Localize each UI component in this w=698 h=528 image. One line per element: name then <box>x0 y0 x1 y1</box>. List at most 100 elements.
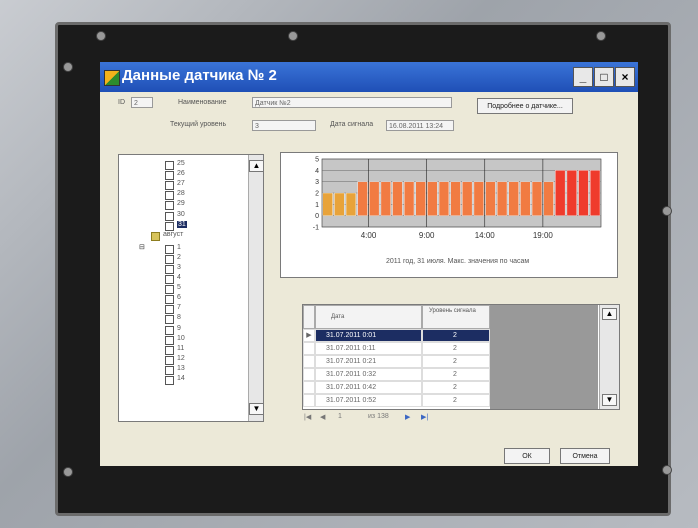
tree-day-item[interactable]: 5 <box>177 284 181 291</box>
level-cell[interactable]: 2 <box>422 329 490 342</box>
row-selector-icon[interactable] <box>303 342 315 355</box>
grid-scroll-down-icon[interactable]: ▼ <box>602 394 617 406</box>
level-cell[interactable]: 2 <box>422 355 490 368</box>
level-cell[interactable]: 2 <box>422 368 490 381</box>
tree-day-item[interactable]: 25 <box>177 160 185 167</box>
document-icon <box>165 315 174 325</box>
tree-day-item[interactable]: 30 <box>177 211 185 218</box>
name-field[interactable]: Датчик №2 <box>252 97 452 108</box>
window-title: Данные датчика № 2 <box>122 67 277 84</box>
chart-y-tick-label: 2 <box>315 191 319 198</box>
grid-corner-header <box>303 305 315 329</box>
level-column-header[interactable]: Уровень сигнала <box>422 305 490 329</box>
date-cell[interactable]: 31.07.2011 0:32 <box>315 368 422 381</box>
tree-day-item[interactable]: 12 <box>177 355 185 362</box>
row-selector-icon[interactable] <box>303 381 315 394</box>
date-cell[interactable]: 31.07.2011 0:11 <box>315 342 422 355</box>
bezel-screw <box>96 31 106 41</box>
tree-day-item[interactable]: 26 <box>177 170 185 177</box>
chart-bar <box>392 181 403 216</box>
tree-day-item[interactable]: 8 <box>177 314 181 321</box>
first-page-icon[interactable]: |◀ <box>304 413 311 421</box>
tree-day-item[interactable]: 10 <box>177 335 185 342</box>
tree-day-item[interactable]: 6 <box>177 294 181 301</box>
chart-bar <box>369 181 380 216</box>
sensor-details-button[interactable]: Подробнее о датчике... <box>477 98 573 114</box>
row-selector-icon[interactable] <box>303 368 315 381</box>
date-column-header[interactable]: Дата <box>315 305 422 329</box>
signal-grid: Дата Уровень сигнала ▶ 31.07.2011 0:01 2 31… <box>302 304 620 410</box>
document-icon <box>165 285 174 295</box>
date-cell[interactable]: 31.07.2011 0:52 <box>315 394 422 407</box>
grid-scroll-up-icon[interactable]: ▲ <box>602 308 617 320</box>
date-cell[interactable]: 31.07.2011 0:01 <box>315 329 422 342</box>
folder-icon <box>151 231 160 241</box>
document-icon <box>165 345 174 355</box>
grid-empty-area <box>490 305 598 409</box>
app-logo-icon <box>104 70 120 86</box>
level-cell[interactable]: 2 <box>422 342 490 355</box>
tree-day-item[interactable]: 28 <box>177 190 185 197</box>
chart-bar <box>508 181 519 216</box>
chart-bar <box>520 181 531 216</box>
document-icon <box>165 181 174 191</box>
id-label: ID <box>118 99 125 106</box>
chart-y-tick-label: 0 <box>315 213 319 220</box>
close-button[interactable]: × <box>615 67 635 87</box>
level-cell[interactable]: 2 <box>422 381 490 394</box>
tree-day-item[interactable]: 2 <box>177 254 181 261</box>
grid-scrollbar[interactable]: ▲ ▼ <box>599 305 619 409</box>
scroll-down-icon[interactable]: ▼ <box>249 403 263 415</box>
scroll-up-icon[interactable]: ▲ <box>249 160 263 172</box>
signal-date-field[interactable]: 16.08.2011 13:24 <box>386 120 454 131</box>
tree-day-item[interactable]: 11 <box>177 345 184 352</box>
document-icon <box>165 171 174 181</box>
tree-day-item[interactable]: 31 <box>177 220 187 228</box>
id-field[interactable]: 2 <box>131 97 153 108</box>
document-icon <box>165 264 174 274</box>
page-number-field[interactable]: 1 <box>338 413 342 420</box>
chart-x-tick-label: 14:00 <box>475 231 496 240</box>
row-selector-icon[interactable] <box>303 394 315 407</box>
name-label: Наименование <box>178 99 227 106</box>
chart-y-tick-label: -1 <box>313 225 319 232</box>
chart-bar <box>589 170 601 216</box>
document-icon <box>165 325 174 335</box>
tree-day-item[interactable]: 14 <box>177 375 185 382</box>
row-selector-icon[interactable]: ▶ <box>303 329 315 342</box>
bezel-screw <box>662 465 672 475</box>
document-icon <box>165 221 174 231</box>
previous-page-icon[interactable]: ◀ <box>320 413 325 421</box>
tree-scrollbar[interactable]: ▲ ▼ <box>248 155 263 421</box>
ok-button[interactable]: ОК <box>504 448 550 464</box>
row-selector-icon[interactable] <box>303 355 315 368</box>
maximize-button[interactable]: □ <box>594 67 614 87</box>
date-cell[interactable]: 31.07.2011 0:42 <box>315 381 422 394</box>
tree-day-item[interactable]: 3 <box>177 264 181 271</box>
chart-x-tick-label: 19:00 <box>533 231 554 240</box>
last-page-icon[interactable]: ▶| <box>421 413 428 421</box>
tree-day-item[interactable]: 29 <box>177 200 185 207</box>
tree-day-item[interactable]: 7 <box>177 304 181 311</box>
chart-bar <box>322 192 333 216</box>
minimize-button[interactable]: _ <box>573 67 593 87</box>
chart-bar <box>473 181 484 216</box>
tree-month-label[interactable]: август <box>163 231 183 238</box>
cancel-button[interactable]: Отмена <box>560 448 610 464</box>
tree-day-item[interactable]: 13 <box>177 365 185 372</box>
bezel-screw <box>63 62 73 72</box>
current-level-field[interactable]: 3 <box>252 120 316 131</box>
bezel-screw <box>288 31 298 41</box>
chart-y-tick-label: 5 <box>315 157 319 164</box>
chart-bar <box>531 181 543 216</box>
next-page-icon[interactable]: ▶ <box>405 413 410 421</box>
tree-day-item[interactable]: 4 <box>177 274 181 281</box>
chart-bar <box>334 192 345 216</box>
date-cell[interactable]: 31.07.2011 0:21 <box>315 355 422 368</box>
level-cell[interactable]: 2 <box>422 394 490 407</box>
tree-day-item[interactable]: 9 <box>177 325 181 332</box>
tree-day-item[interactable]: 27 <box>177 180 185 187</box>
tree-day-item[interactable]: 1 <box>177 244 181 251</box>
tree-collapse-icon[interactable]: ⊟ <box>139 243 145 251</box>
window-titlebar: Данные датчика № 2 _ □ × <box>100 62 638 92</box>
